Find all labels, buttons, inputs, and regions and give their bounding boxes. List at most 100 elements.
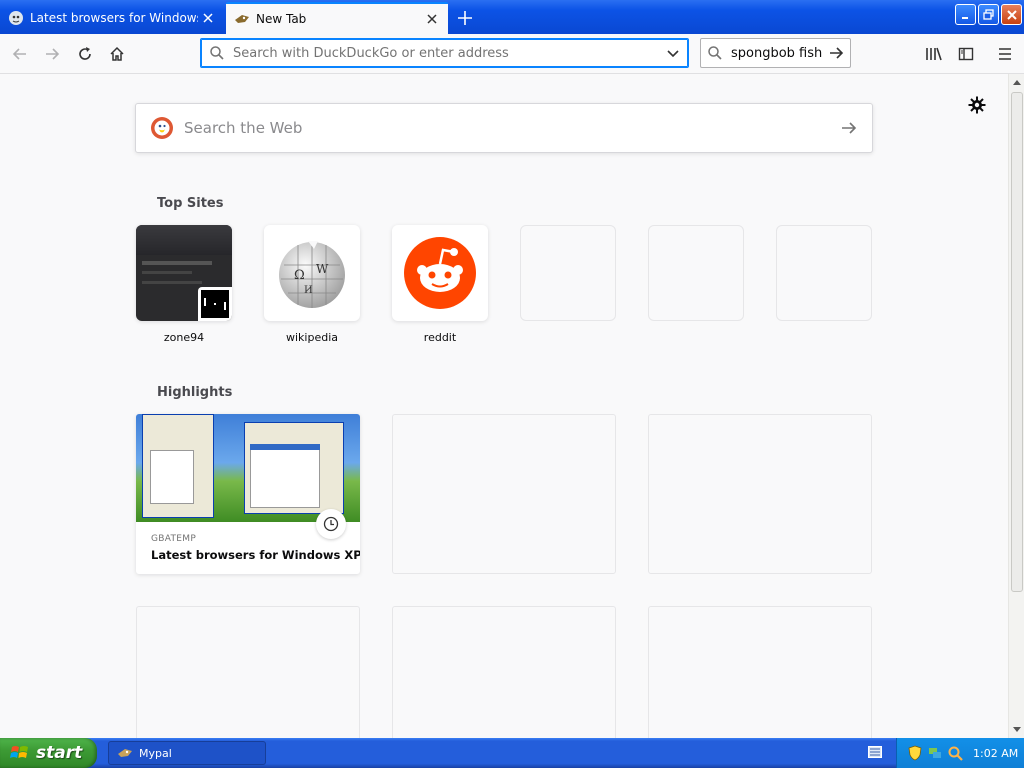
empty-tile bbox=[648, 225, 744, 321]
restore-button[interactable] bbox=[978, 4, 999, 25]
search-bar[interactable]: spongbob fish bbox=[700, 38, 851, 68]
mypal-favicon-icon bbox=[235, 15, 249, 23]
reload-icon bbox=[79, 47, 91, 60]
nav-bar: spongbob fish bbox=[0, 34, 1024, 74]
back-arrow-icon bbox=[12, 48, 26, 60]
arrow-right-icon[interactable] bbox=[828, 45, 844, 61]
duckduckgo-logo-icon bbox=[151, 117, 173, 139]
highlight-source: GBATEMP bbox=[151, 534, 197, 544]
web-search-placeholder: Search the Web bbox=[184, 119, 303, 137]
windows-logo-icon bbox=[10, 746, 28, 758]
top-site-placeholder[interactable] bbox=[520, 225, 616, 321]
close-icon[interactable] bbox=[422, 9, 442, 29]
taskbar-item-label: Mypal bbox=[139, 746, 172, 760]
highlight-placeholder bbox=[392, 606, 616, 738]
top-site-label: wikipedia bbox=[285, 331, 338, 344]
top-site-wikipedia[interactable]: Ω W И wikipedia bbox=[264, 225, 360, 344]
web-search-box[interactable]: Search the Web bbox=[135, 103, 873, 153]
forward-button[interactable] bbox=[38, 40, 66, 68]
highlights-heading: Highlights bbox=[157, 385, 233, 400]
top-site-placeholder[interactable] bbox=[776, 225, 872, 321]
new-tab-button[interactable] bbox=[452, 5, 478, 31]
new-tab-page: Search the Web Top Sites zone94 Ω W И wi… bbox=[0, 74, 1008, 738]
tab-label: Latest browsers for Windows XP, bbox=[30, 11, 198, 25]
home-button[interactable] bbox=[103, 40, 131, 68]
clock: 1:02 AM bbox=[973, 746, 1019, 760]
wikipedia-tile: Ω W И bbox=[264, 225, 360, 321]
search-bar-value: spongbob fish bbox=[731, 45, 823, 61]
back-button[interactable] bbox=[6, 40, 34, 68]
gbatemp-favicon-icon bbox=[9, 11, 23, 25]
taskbar-item-mypal[interactable]: Mypal bbox=[108, 741, 266, 765]
tab-latest-browsers[interactable]: Latest browsers for Windows XP, bbox=[0, 2, 224, 34]
window-controls bbox=[955, 4, 1022, 25]
plus-icon bbox=[458, 11, 472, 25]
highlight-thumbnail bbox=[136, 414, 360, 522]
scrollbar-thumb[interactable] bbox=[1011, 92, 1023, 592]
chevron-up-icon bbox=[1013, 80, 1021, 85]
close-icon bbox=[1006, 9, 1017, 20]
empty-tile bbox=[776, 225, 872, 321]
arrow-right-icon[interactable] bbox=[840, 119, 858, 137]
scroll-down-button[interactable] bbox=[1009, 722, 1024, 738]
library-icon bbox=[926, 47, 942, 61]
start-label: start bbox=[36, 743, 83, 763]
top-sites-heading: Top Sites bbox=[157, 196, 224, 211]
svg-text:W: W bbox=[316, 262, 329, 276]
taskbar: start Mypal 1:02 AM bbox=[0, 738, 1024, 768]
magnifier-icon[interactable] bbox=[947, 745, 963, 761]
network-icon[interactable] bbox=[927, 745, 943, 761]
reddit-alien-icon bbox=[404, 237, 476, 309]
tab-label: New Tab bbox=[256, 12, 307, 26]
highlight-card[interactable]: GBATEMP Latest browsers for Windows XP..… bbox=[136, 414, 360, 574]
gear-icon bbox=[968, 96, 986, 114]
search-icon bbox=[210, 46, 224, 60]
minimize-icon bbox=[961, 16, 968, 19]
reddit-tile bbox=[392, 225, 488, 321]
tab-new-tab[interactable]: New Tab bbox=[226, 2, 448, 34]
top-site-placeholder[interactable] bbox=[648, 225, 744, 321]
reload-button[interactable] bbox=[71, 40, 99, 68]
system-tray: 1:02 AM bbox=[896, 738, 1024, 768]
clock-icon bbox=[316, 509, 346, 539]
top-site-reddit[interactable]: reddit bbox=[392, 225, 488, 344]
top-site-label: reddit bbox=[423, 331, 457, 344]
hamburger-menu-icon bbox=[999, 48, 1011, 60]
shield-icon[interactable] bbox=[907, 745, 923, 761]
chevron-down-icon[interactable] bbox=[666, 46, 680, 60]
forward-arrow-icon bbox=[46, 48, 60, 60]
menu-button[interactable] bbox=[991, 40, 1019, 68]
customize-button[interactable] bbox=[966, 94, 988, 116]
highlight-placeholder bbox=[392, 414, 616, 574]
highlight-placeholder bbox=[136, 606, 360, 738]
search-icon bbox=[708, 46, 722, 60]
sidebar-button[interactable] bbox=[952, 40, 980, 68]
home-icon bbox=[110, 46, 124, 61]
scroll-up-button[interactable] bbox=[1009, 74, 1024, 90]
url-bar[interactable] bbox=[200, 38, 689, 68]
svg-text:И: И bbox=[304, 285, 313, 296]
close-icon[interactable] bbox=[198, 8, 218, 28]
top-site-zone94[interactable]: zone94 bbox=[136, 225, 232, 344]
highlight-placeholder bbox=[648, 414, 872, 574]
vertical-scrollbar[interactable] bbox=[1008, 74, 1024, 738]
tab-strip: Latest browsers for Windows XP, New Tab bbox=[0, 0, 1024, 34]
highlight-placeholder bbox=[648, 606, 872, 738]
close-window-button[interactable] bbox=[1001, 4, 1022, 25]
library-button[interactable] bbox=[920, 40, 948, 68]
url-input[interactable] bbox=[233, 45, 666, 61]
restore-icon bbox=[983, 9, 994, 20]
svg-text:Ω: Ω bbox=[294, 268, 305, 283]
start-button[interactable]: start bbox=[0, 738, 97, 768]
chevron-down-icon bbox=[1013, 727, 1021, 732]
mypal-icon bbox=[118, 749, 132, 757]
sidebar-icon bbox=[958, 47, 974, 61]
pong-icon bbox=[201, 290, 229, 318]
top-site-label: zone94 bbox=[163, 331, 205, 344]
minimize-button[interactable] bbox=[955, 4, 976, 25]
highlight-title: Latest browsers for Windows XP... bbox=[151, 548, 360, 562]
empty-tile bbox=[520, 225, 616, 321]
wikipedia-globe-icon: Ω W И bbox=[279, 241, 345, 308]
keyboard-icon[interactable] bbox=[868, 746, 882, 758]
zone94-thumbnail bbox=[136, 225, 232, 321]
